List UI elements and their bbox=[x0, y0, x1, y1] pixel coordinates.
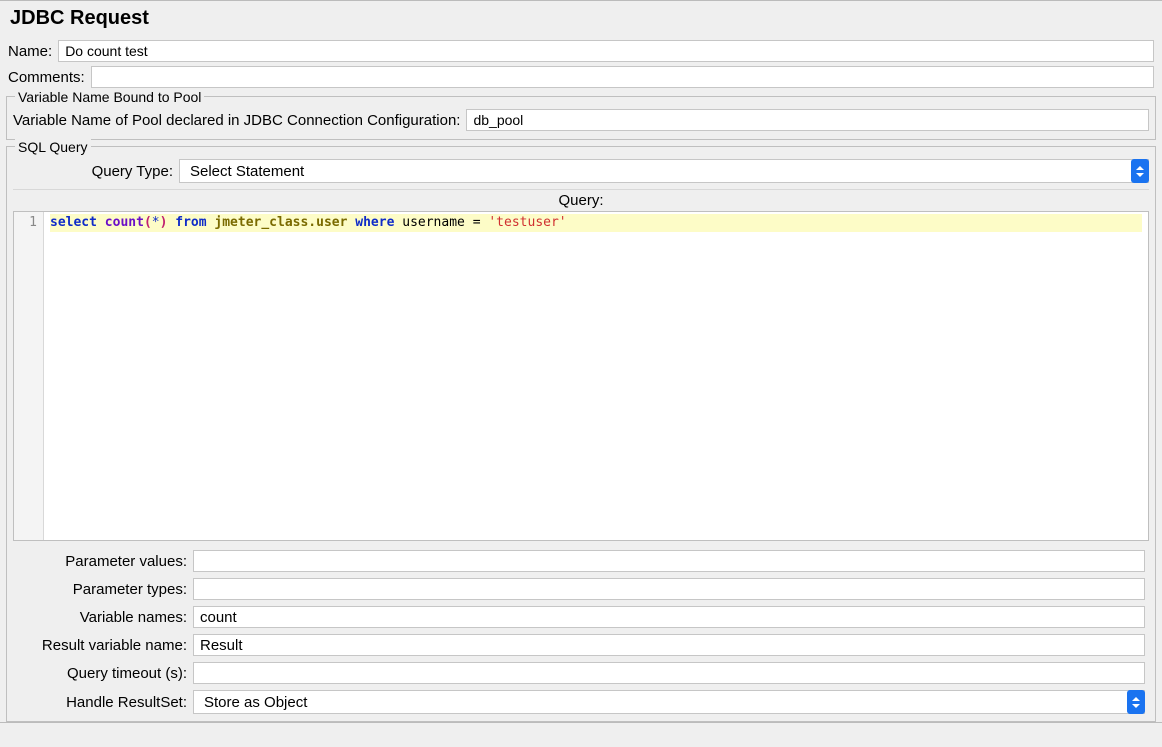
eq-token: = bbox=[473, 215, 481, 230]
handle-resultset-label: Handle ResultSet: bbox=[17, 694, 187, 711]
kw-from: from bbox=[175, 215, 206, 230]
table-token: jmeter_class.user bbox=[214, 215, 347, 230]
comments-label: Comments: bbox=[8, 69, 85, 86]
comments-row: Comments: bbox=[0, 64, 1162, 90]
parameter-types-label: Parameter types: bbox=[17, 581, 187, 598]
parameter-values-input[interactable] bbox=[193, 550, 1145, 572]
pool-label: Variable Name of Pool declared in JDBC C… bbox=[13, 112, 460, 129]
query-line: select count(*) from jmeter_class.user w… bbox=[50, 214, 1142, 232]
line-number: 1 bbox=[14, 214, 37, 232]
col-token: username bbox=[402, 215, 465, 230]
query-timeout-label: Query timeout (s): bbox=[17, 665, 187, 682]
result-variable-name-input[interactable] bbox=[193, 634, 1145, 656]
parameter-values-label: Parameter values: bbox=[17, 553, 187, 570]
pool-input[interactable] bbox=[466, 109, 1149, 131]
name-row: Name: bbox=[0, 38, 1162, 64]
pool-fieldset: Variable Name Bound to Pool Variable Nam… bbox=[6, 96, 1156, 140]
query-label: Query: bbox=[13, 189, 1149, 211]
query-timeout-input[interactable] bbox=[193, 662, 1145, 684]
paren-left: ( bbox=[144, 215, 152, 230]
comments-input[interactable] bbox=[91, 66, 1154, 88]
sql-legend: SQL Query bbox=[15, 139, 91, 155]
panel-title: JDBC Request bbox=[0, 1, 1162, 38]
editor-content[interactable]: select count(*) from jmeter_class.user w… bbox=[44, 212, 1148, 540]
sql-bottom-fields: Parameter values: Parameter types: Varia… bbox=[13, 545, 1149, 717]
name-input[interactable] bbox=[58, 40, 1154, 62]
handle-resultset-select[interactable]: Store as Object bbox=[193, 690, 1145, 714]
str-token: 'testuser' bbox=[488, 215, 566, 230]
pool-legend: Variable Name Bound to Pool bbox=[15, 89, 204, 105]
variable-names-input[interactable] bbox=[193, 606, 1145, 628]
query-type-label: Query Type: bbox=[13, 163, 173, 180]
query-type-select[interactable]: Select Statement bbox=[179, 159, 1149, 183]
query-editor[interactable]: 1 select count(*) from jmeter_class.user… bbox=[13, 211, 1149, 541]
parameter-types-input[interactable] bbox=[193, 578, 1145, 600]
variable-names-label: Variable names: bbox=[17, 609, 187, 626]
kw-select: select bbox=[50, 215, 97, 230]
star-token: * bbox=[152, 215, 160, 230]
name-label: Name: bbox=[8, 43, 52, 60]
editor-gutter: 1 bbox=[14, 212, 44, 540]
sql-fieldset: SQL Query Query Type: Select Statement Q… bbox=[6, 146, 1156, 722]
fn-count: count bbox=[105, 215, 144, 230]
paren-right: ) bbox=[160, 215, 168, 230]
kw-where: where bbox=[355, 215, 394, 230]
jdbc-request-panel: JDBC Request Name: Comments: Variable Na… bbox=[0, 0, 1162, 723]
result-variable-name-label: Result variable name: bbox=[17, 637, 187, 654]
